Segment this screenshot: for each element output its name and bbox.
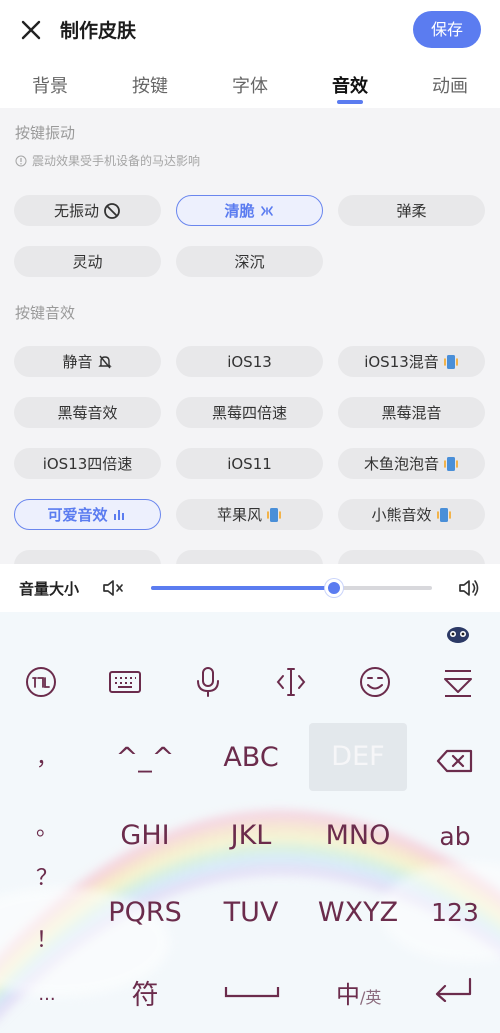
- key-wxyz[interactable]: WXYZ: [310, 897, 406, 928]
- space-bar-icon[interactable]: [224, 984, 280, 1000]
- tab-font[interactable]: 字体: [220, 72, 280, 98]
- sound-option-wooden-fish[interactable]: 木鱼泡泡音: [338, 448, 485, 479]
- key-comma[interactable]: ，: [34, 740, 60, 772]
- sound-section-title: 按键音效: [15, 304, 76, 322]
- volume-row: 音量大小: [0, 564, 500, 612]
- skin-editor-screen: { "header": { "title": "制作皮肤", "save_lab…: [0, 0, 500, 1033]
- sound-option-ios11[interactable]: iOS11: [176, 448, 323, 479]
- vibration-option-deep[interactable]: 深沉: [176, 246, 323, 277]
- key-abc[interactable]: ABC: [206, 742, 296, 773]
- active-tab-indicator: [337, 100, 363, 104]
- key-ellipsis[interactable]: ...: [30, 984, 64, 1005]
- sound-option-partial[interactable]: [176, 550, 323, 564]
- enter-icon[interactable]: [434, 976, 474, 1002]
- tab-background[interactable]: 背景: [20, 72, 80, 98]
- key-ghi[interactable]: GHI: [100, 820, 190, 851]
- key-question[interactable]: ？: [34, 860, 60, 892]
- key-tuv[interactable]: TUV: [206, 897, 296, 928]
- tab-animation[interactable]: 动画: [420, 72, 480, 98]
- sound-option-ios13-4x[interactable]: iOS13四倍速: [14, 448, 161, 479]
- sound-option-bear[interactable]: 小熊音效: [338, 499, 485, 530]
- sound-option-mute[interactable]: 静音: [14, 346, 161, 377]
- emoji-icon[interactable]: [358, 665, 392, 699]
- sound-option-ios13-mix[interactable]: iOS13混音: [338, 346, 485, 377]
- volume-up-icon[interactable]: [457, 577, 481, 599]
- sound-option-partial[interactable]: [338, 550, 485, 564]
- tab-keys[interactable]: 按键: [120, 72, 180, 98]
- key-period[interactable]: 。: [34, 810, 60, 842]
- key-emoticon[interactable]: ^_^: [100, 742, 190, 773]
- page-title: 制作皮肤: [60, 20, 137, 42]
- key-exclamation[interactable]: ！: [34, 922, 60, 954]
- close-icon[interactable]: [18, 17, 44, 43]
- key-jkl[interactable]: JKL: [206, 820, 296, 851]
- vibration-option-none[interactable]: 无振动: [14, 195, 161, 226]
- tab-bar: 背景 按键 字体 音效 动画: [0, 60, 500, 108]
- mascot-icon[interactable]: [446, 624, 470, 644]
- sound-option-blackberry-4x[interactable]: 黑莓四倍速: [176, 397, 323, 428]
- vibration-option-lively[interactable]: 灵动: [14, 246, 161, 277]
- vibration-option-crisp[interactable]: 清脆: [176, 195, 323, 226]
- vibrate-phone-icon: [267, 507, 281, 522]
- sound-option-cute[interactable]: 可爱音效: [14, 499, 161, 530]
- header: 制作皮肤 保存: [0, 0, 500, 60]
- key-pqrs[interactable]: PQRS: [98, 897, 192, 928]
- key-symbols[interactable]: 符: [118, 973, 172, 1012]
- vibration-section-title: 按键振动: [15, 124, 76, 142]
- mute-bell-icon: [97, 355, 112, 368]
- vibrate-phone-icon: [436, 507, 451, 522]
- key-def[interactable]: DEF: [309, 723, 407, 791]
- key-numbers-switch[interactable]: 123: [425, 898, 485, 927]
- sound-option-blackberry[interactable]: 黑莓音效: [14, 397, 161, 428]
- vibrate-phone-icon: [444, 456, 458, 471]
- keyboard-icon[interactable]: [108, 665, 142, 699]
- vibrate-phone-icon: [443, 354, 458, 369]
- volume-slider-thumb[interactable]: [324, 579, 343, 597]
- sound-option-blackberry-mix[interactable]: 黑莓混音: [338, 397, 485, 428]
- no-vibration-icon: [104, 202, 120, 219]
- key-letters-switch[interactable]: ab: [425, 822, 485, 851]
- sound-settings-panel[interactable]: 按键振动 震动效果受手机设备的马达影响 无振动 清脆 弹柔 灵动 深沉 按键音效…: [0, 108, 500, 564]
- microphone-icon[interactable]: [191, 665, 225, 699]
- tab-sound-effects[interactable]: 音效: [320, 72, 380, 98]
- save-button[interactable]: 保存: [413, 11, 481, 48]
- sound-bars-icon: [113, 509, 124, 520]
- backspace-icon[interactable]: [436, 748, 474, 774]
- sound-option-partial[interactable]: [14, 550, 161, 564]
- hide-keyboard-icon[interactable]: [441, 665, 475, 699]
- crisp-vibration-icon: [260, 205, 273, 216]
- volume-label: 音量大小: [19, 580, 80, 598]
- key-language-switch[interactable]: 中/英: [336, 975, 381, 1010]
- cursor-move-icon[interactable]: [274, 665, 308, 699]
- key-mno[interactable]: MNO: [312, 820, 404, 851]
- sound-option-apple-style[interactable]: 苹果风: [176, 499, 323, 530]
- volume-slider[interactable]: [151, 579, 432, 597]
- ifly-logo-icon[interactable]: [24, 665, 58, 699]
- vibration-hint: 震动效果受手机设备的马达影响: [15, 152, 200, 169]
- vibration-hint-text: 震动效果受手机设备的马达影响: [32, 154, 201, 168]
- keyboard-preview: ， ^_^ ABC DEF 。 GHI JKL MNO ab ？ PQRS TU…: [0, 612, 500, 1033]
- sound-option-ios13[interactable]: iOS13: [176, 346, 323, 377]
- vibration-option-soft[interactable]: 弹柔: [338, 195, 485, 226]
- volume-slider-fill: [151, 586, 334, 590]
- info-icon: [15, 155, 27, 166]
- volume-mute-icon[interactable]: [101, 577, 125, 599]
